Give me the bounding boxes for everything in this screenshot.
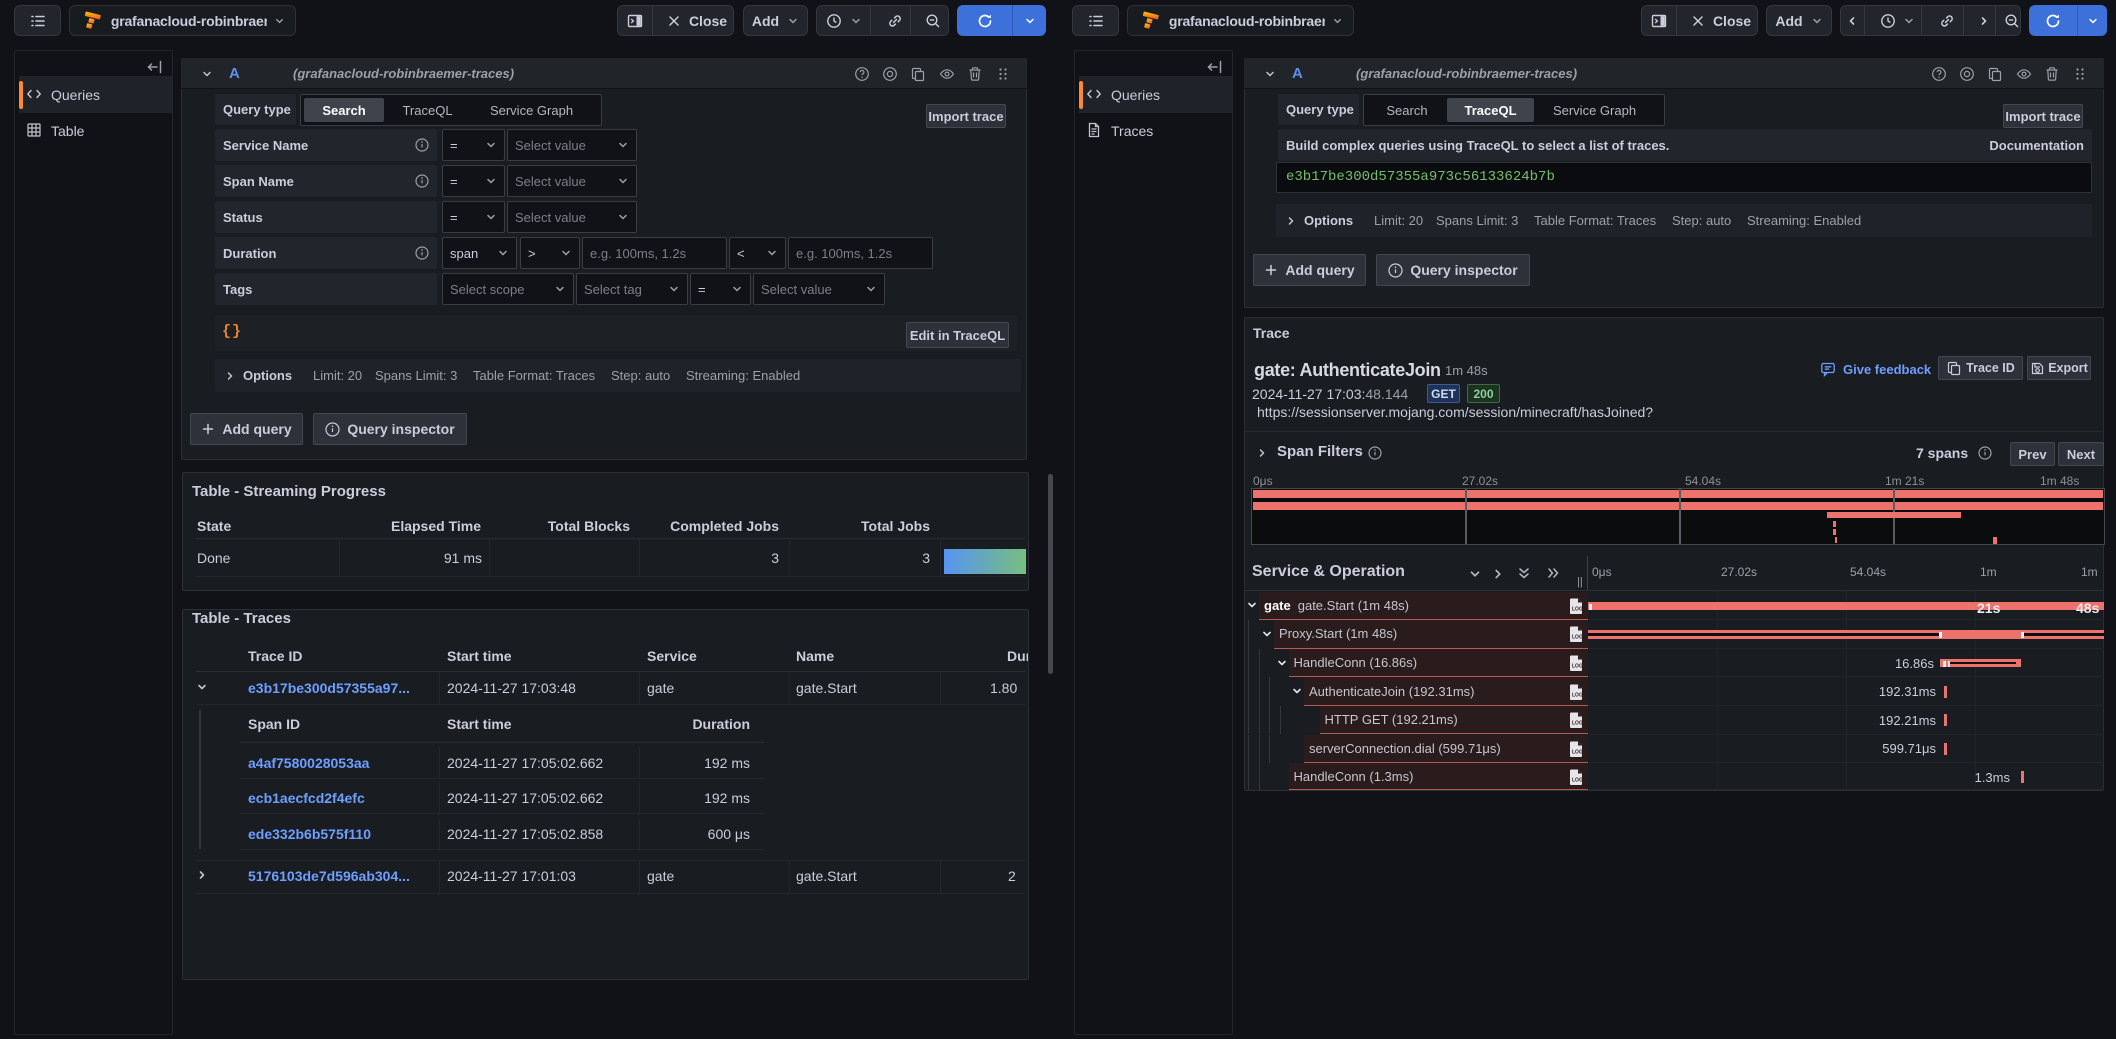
svg-text:LOG: LOG (1572, 749, 1583, 755)
svg-text:LOG: LOG (1572, 635, 1583, 641)
svg-text:LOG: LOG (1572, 664, 1583, 670)
svg-text:LOG: LOG (1572, 721, 1583, 727)
svg-text:LOG: LOG (1572, 606, 1583, 612)
svg-text:LOG: LOG (1572, 777, 1583, 783)
svg-text:LOG: LOG (1572, 692, 1583, 698)
